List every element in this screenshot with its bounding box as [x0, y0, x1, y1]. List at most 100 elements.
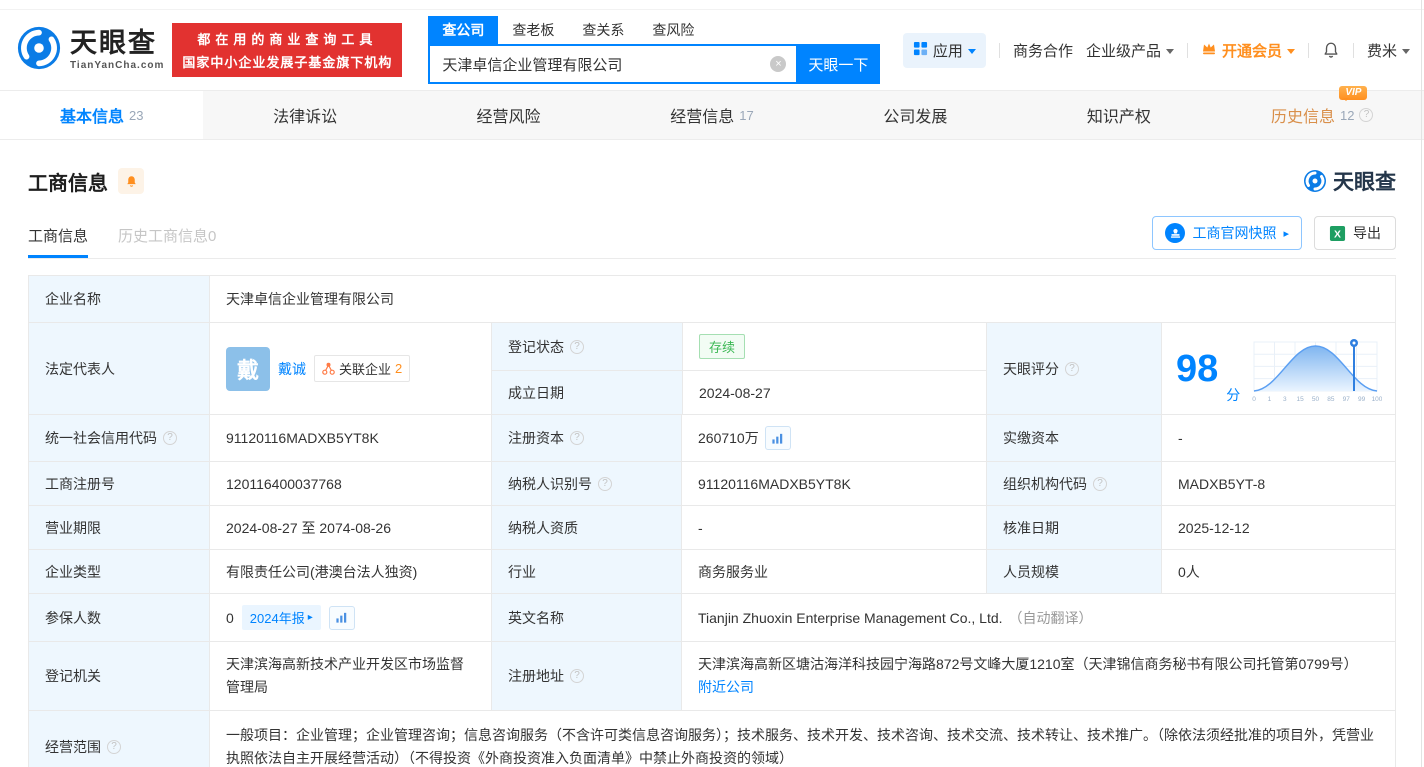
subtab-business-info[interactable]: 工商信息	[28, 225, 89, 258]
score-value: 98	[1176, 347, 1219, 390]
business-info-table: 企业名称 天津卓信企业管理有限公司 法定代表人 戴 戴诚 关联企业 2 登记状态…	[28, 275, 1396, 767]
help-icon[interactable]: ?	[107, 739, 121, 754]
excel-icon: X	[1329, 225, 1346, 241]
tab-count: 12	[1340, 107, 1355, 123]
subscribe-bell-button[interactable]	[118, 168, 144, 194]
table-row: 参保人数 0 2024年报 ▸ 英文名称 Tianjin Zhuoxin Ent…	[29, 593, 1395, 641]
chevron-down-icon	[967, 48, 976, 54]
notification-bell[interactable]	[1322, 41, 1340, 59]
section-title: 工商信息	[28, 172, 108, 195]
avatar[interactable]: 戴	[226, 346, 270, 391]
tab-operation-info[interactable]: 经营信息 17	[610, 91, 813, 139]
nav-feimi[interactable]: 费米	[1367, 40, 1410, 61]
field-label-company-name: 企业名称	[29, 276, 209, 322]
field-label-staff-size: 人员规模	[986, 550, 1161, 593]
tab-operation-risk[interactable]: 经营风险	[407, 91, 610, 139]
field-value-english-name: Tianjin Zhuoxin Enterprise Management Co…	[681, 594, 1395, 641]
bell-icon	[1324, 42, 1338, 58]
capital-trend-button[interactable]	[764, 426, 791, 450]
svg-text:50: 50	[1312, 396, 1320, 403]
export-button[interactable]: X 导出	[1314, 216, 1396, 250]
tianyancha-logo-icon	[16, 25, 62, 76]
tianyancha-logo[interactable]: 天眼查 TianYanCha.com	[16, 25, 164, 76]
score-unit: 分	[1226, 387, 1241, 403]
field-value-reg-capital: 260710万	[681, 415, 986, 461]
search-input[interactable]	[428, 44, 797, 84]
field-value-address: 天津滨海高新区塘沽海洋科技园宁海路872号文峰大厦1210室（天津锦信商务秘书有…	[681, 642, 1395, 711]
divider	[1186, 42, 1188, 58]
help-icon[interactable]: ?	[1065, 361, 1079, 376]
tab-count: 17	[739, 107, 754, 123]
field-value-taxpayer-quality: -	[681, 506, 986, 549]
nav-enterprise-products[interactable]: 企业级产品	[1086, 40, 1174, 61]
related-companies-badge[interactable]: 关联企业 2	[314, 355, 411, 382]
search-tab-company[interactable]: 查公司	[428, 16, 499, 44]
annual-report-badge[interactable]: 2024年报 ▸	[241, 605, 321, 630]
field-value-company-name: 天津卓信企业管理有限公司	[209, 276, 1395, 322]
tab-basic-info[interactable]: 基本信息 23	[0, 91, 204, 139]
legal-rep-link[interactable]: 戴诚	[278, 359, 306, 379]
search-tab-risk[interactable]: 查风险	[638, 16, 708, 44]
top-strip	[0, 0, 1424, 10]
table-row: 营业期限 2024-08-27 至 2074-08-26 纳税人资质 - 核准日…	[29, 505, 1395, 549]
tab-legal-litigation[interactable]: 法律诉讼	[203, 91, 406, 139]
field-value-reg-status: 存续	[682, 323, 986, 370]
tianyancha-logo-icon	[1304, 170, 1326, 192]
score-distribution-chart: 0 1 3 15 50 85 97 99 100	[1252, 338, 1382, 403]
insured-trend-button[interactable]	[328, 605, 355, 630]
section-watermark-logo: 天眼查	[1303, 166, 1396, 196]
chevron-down-icon	[1402, 48, 1410, 54]
nav-cooperation[interactable]: 商务合作	[1013, 40, 1073, 61]
help-icon[interactable]: ?	[570, 339, 584, 354]
search-button[interactable]: 天眼一下	[796, 44, 881, 84]
field-value-score[interactable]: 98 分 0 1 3 15 50 85 97 99 100	[1161, 323, 1395, 414]
main-tab-bar: 基本信息 23 法律诉讼 经营风险 经营信息 17 公司发展 知识产权 VIP …	[0, 86, 1424, 140]
field-label-company-type: 企业类型	[29, 550, 209, 593]
table-row: 登记机关 天津滨海高新技术产业开发区市场监督管理局 注册地址 ? 天津滨海高新区…	[29, 641, 1395, 711]
brand-name: 天眼查	[70, 27, 157, 58]
nearby-companies-link[interactable]: 附近公司	[698, 679, 754, 695]
tab-label: 公司发展	[883, 109, 948, 126]
help-icon[interactable]: ?	[1359, 108, 1374, 122]
search-tab-boss[interactable]: 查老板	[498, 16, 568, 44]
subtab-row: 工商信息 历史工商信息0 工商官网快照 ▸ X 导出	[28, 216, 1396, 259]
auto-translate-note: （自动翻译）	[1008, 609, 1093, 626]
tab-label: 经营风险	[476, 109, 541, 126]
help-icon[interactable]: ?	[598, 476, 612, 491]
help-icon[interactable]: ?	[570, 431, 584, 445]
table-row: 企业类型 有限责任公司(港澳台法人独资) 行业 商务服务业 人员规模 0人	[29, 549, 1395, 593]
field-value-uscc: 91120116MADXB5YT8K	[209, 415, 491, 461]
export-button-label: 导出	[1353, 225, 1381, 241]
bell-icon	[126, 175, 136, 187]
main-content: 工商信息 天眼查 工商信息 历史工商信息0 工商官网快照 ▸ X 导出 企业名称…	[0, 166, 1424, 767]
stamp-icon	[1165, 223, 1186, 243]
tab-count: 23	[128, 107, 144, 123]
crown-icon	[1201, 41, 1217, 60]
svg-text:97: 97	[1343, 396, 1351, 403]
field-value-industry: 商务服务业	[681, 550, 986, 593]
apps-grid-icon	[913, 41, 928, 60]
tab-company-development[interactable]: 公司发展	[814, 91, 1017, 139]
subtab-history-business-info[interactable]: 历史工商信息0	[118, 225, 216, 258]
nav-apps-label: 应用	[932, 42, 963, 60]
nav-open-vip[interactable]: 开通会员	[1201, 40, 1295, 61]
search-block: 查公司 查老板 查关系 查风险 × 天眼一下	[428, 16, 881, 84]
help-icon[interactable]: ?	[570, 669, 584, 684]
field-label-business-term: 营业期限	[29, 506, 209, 549]
section-header: 工商信息 天眼查	[28, 166, 1396, 196]
tab-history-info[interactable]: VIP 历史信息 12 ?	[1221, 86, 1424, 139]
help-icon[interactable]: ?	[163, 431, 177, 445]
chevron-down-icon	[1165, 48, 1174, 54]
arrow-right-icon: ▸	[1283, 227, 1289, 240]
field-label-scope: 经营范围 ?	[29, 711, 209, 767]
search-tab-relation[interactable]: 查关系	[568, 16, 638, 44]
nested-cells: 登记状态 ? 存续 成立日期 2024-08-27	[491, 323, 986, 414]
scrollbar[interactable]	[1421, 0, 1422, 767]
vip-badge: VIP	[1339, 86, 1368, 101]
nav-apps[interactable]: 应用	[902, 32, 986, 68]
field-label-uscc: 统一社会信用代码 ?	[29, 415, 209, 461]
help-icon[interactable]: ?	[1093, 476, 1107, 491]
official-snapshot-button[interactable]: 工商官网快照 ▸	[1152, 216, 1302, 250]
field-value-company-type: 有限责任公司(港澳台法人独资)	[209, 550, 491, 593]
tab-intellectual-property[interactable]: 知识产权	[1017, 91, 1220, 139]
